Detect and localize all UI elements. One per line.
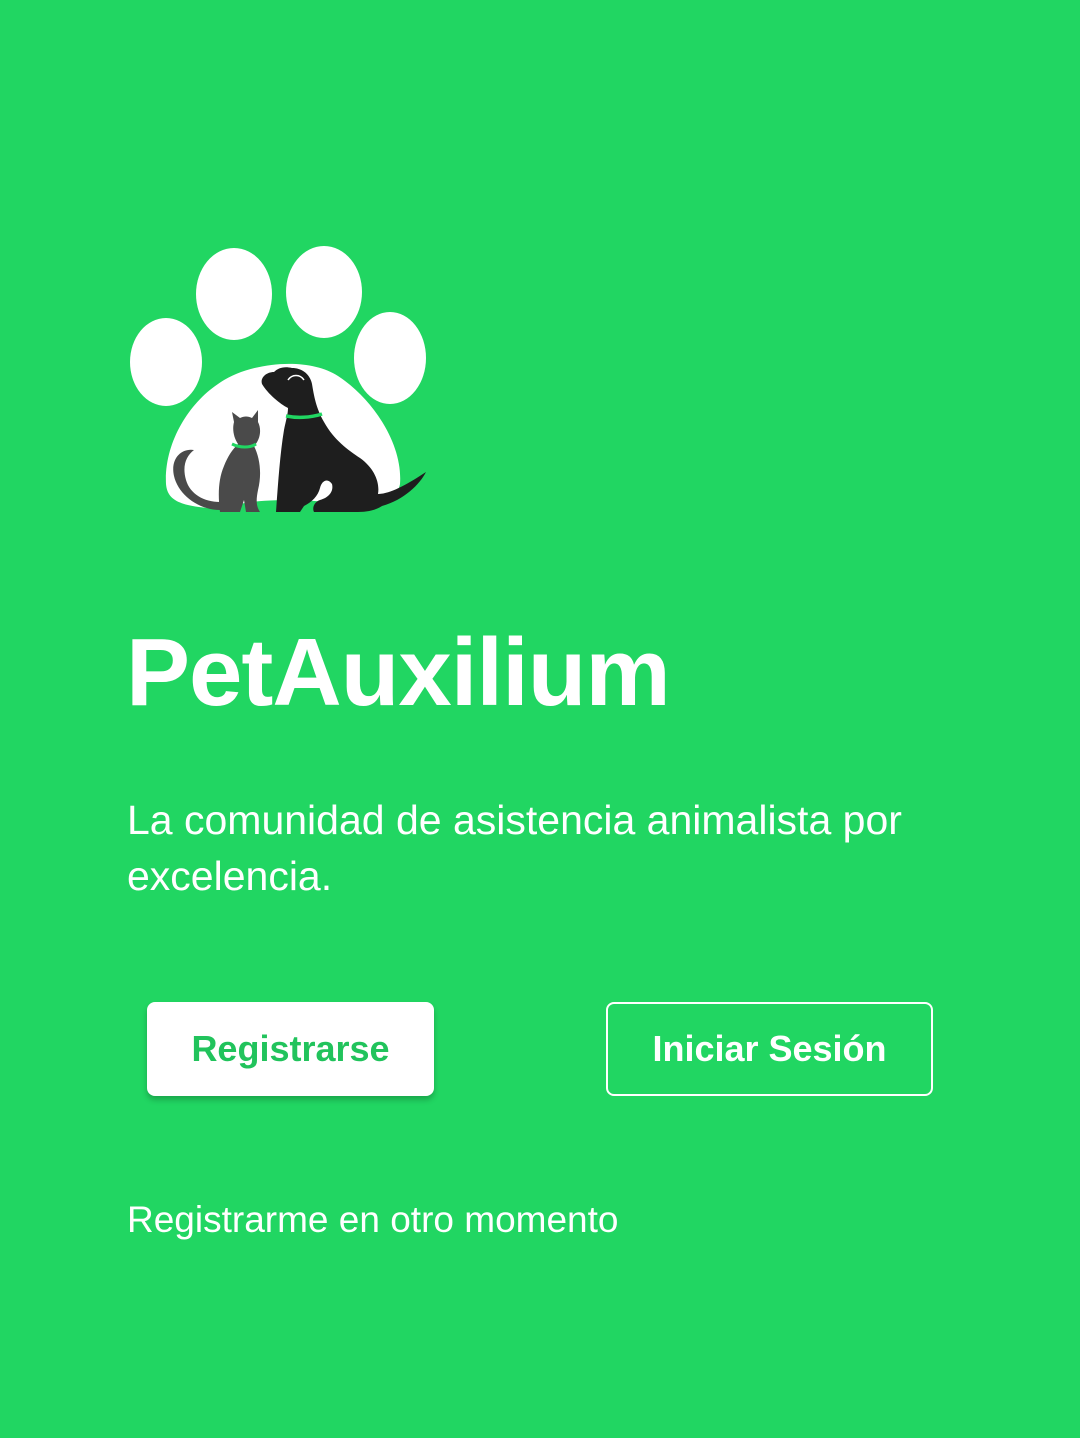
app-tagline: La comunidad de asistencia animalista po… xyxy=(127,797,902,899)
register-later-link[interactable]: Registrarme en otro momento xyxy=(127,1196,618,1244)
welcome-screen: PetAuxilium La comunidad de asistencia a… xyxy=(0,0,1080,1438)
paw-logo-icon xyxy=(128,244,432,516)
app-title: PetAuxilium xyxy=(126,619,671,726)
register-button[interactable]: Registrarse xyxy=(147,1002,434,1096)
login-button[interactable]: Iniciar Sesión xyxy=(606,1002,933,1096)
